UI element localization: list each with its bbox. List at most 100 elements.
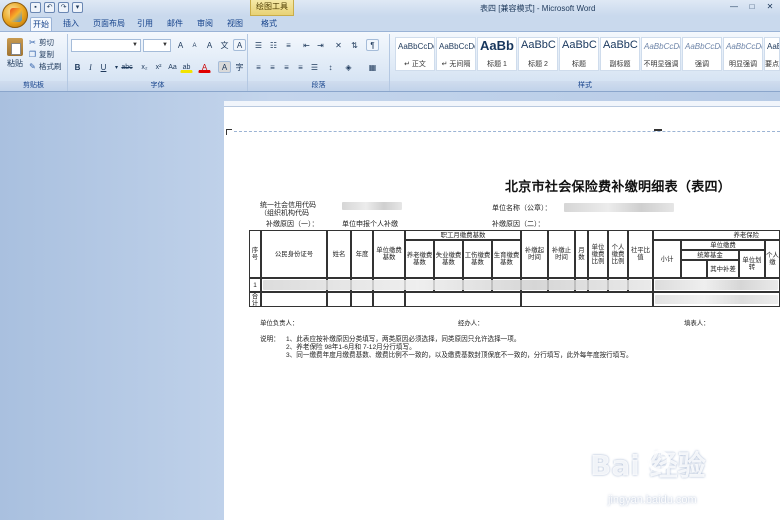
numbering-icon[interactable]: ☷	[267, 39, 280, 51]
header-unit-rate: 单位缴费比例	[588, 230, 608, 278]
header-name: 姓名	[327, 230, 351, 278]
phonetic-guide-button[interactable]: 文	[218, 39, 231, 51]
style-subtitle[interactable]: AaBbC 副标题	[600, 37, 640, 71]
style-intense-emphasis[interactable]: AaBbCcDd 明显强调	[723, 37, 763, 71]
total-label: 合计	[249, 292, 261, 307]
office-button[interactable]	[2, 2, 28, 28]
bold-button[interactable]: B	[71, 61, 84, 73]
redacted-credit-code	[342, 202, 402, 210]
clear-format-button[interactable]: A	[203, 39, 216, 51]
unit-name-label: 单位名称（公章）：	[492, 205, 552, 212]
decrease-indent-icon[interactable]: ⇤	[300, 39, 313, 51]
qat-customize-icon[interactable]: ▾	[72, 2, 83, 13]
italic-button[interactable]: I	[84, 61, 97, 73]
style-subtle-emphasis[interactable]: AaBbCcDd 不明显强调	[641, 37, 681, 71]
header-injury-base: 工伤缴费基数	[463, 240, 492, 278]
total-cell	[351, 292, 373, 307]
reason2-label: 补缴原因（二）：	[492, 221, 545, 228]
style-emphasis[interactable]: AaBbCcDd 强调	[682, 37, 722, 71]
tab-page-layout[interactable]: 页面布局	[90, 17, 128, 31]
style-normal[interactable]: AaBbCcDd ↵ 正文	[395, 37, 435, 71]
chinese-layout-icon[interactable]: ✕	[332, 39, 345, 51]
contribution-table: 序号 公民身份证号 姓名 年度 单位缴费基数 职工月缴费基数 养老缴费基数 失业…	[249, 230, 780, 307]
minimize-button[interactable]: —	[726, 1, 742, 13]
header-of-which-diff: 其中补差	[707, 260, 739, 278]
highlight-button[interactable]: ab	[180, 61, 193, 73]
drawing-tools-context-tab[interactable]: 绘图工具	[250, 0, 294, 16]
font-color-button[interactable]: A	[198, 61, 211, 73]
align-center-icon[interactable]: ≡	[266, 61, 279, 73]
header-unit-base: 单位缴费基数	[373, 230, 405, 278]
borders-icon[interactable]: ▦	[366, 61, 379, 73]
paste-button[interactable]: 粘贴	[4, 36, 26, 74]
style-title[interactable]: AaBbC 标题	[559, 37, 599, 71]
show-marks-icon[interactable]: ¶	[366, 39, 379, 51]
subscript-button[interactable]: x₂	[138, 61, 151, 73]
total-cell	[327, 292, 351, 307]
baidu-jingyan-watermark: Bai 经验 jingyan.baidu.com	[590, 444, 780, 516]
tab-view[interactable]: 视图	[224, 17, 246, 31]
window-title: 表四 [兼容模式] - Microsoft Word	[480, 4, 596, 13]
font-name-combo[interactable]: ▼	[71, 39, 141, 52]
tab-review[interactable]: 审阅	[194, 17, 216, 31]
sign-unit-head: 单位负责人：	[260, 320, 299, 327]
close-button[interactable]: ✕	[762, 1, 778, 13]
style-heading-2[interactable]: AaBbC 标题 2	[518, 37, 558, 71]
header-personal-rate: 个人缴费比例	[608, 230, 628, 278]
total-cell	[521, 292, 653, 307]
header-start-time: 补缴起时间	[521, 230, 548, 278]
undo-icon[interactable]: ↶	[44, 2, 55, 13]
tab-references[interactable]: 引用	[134, 17, 156, 31]
bullets-icon[interactable]: ☰	[252, 39, 265, 51]
justify-icon[interactable]: ≡	[294, 61, 307, 73]
header-pension-group: 养老保险	[653, 230, 780, 240]
tab-mailings[interactable]: 邮件	[164, 17, 186, 31]
style-no-spacing[interactable]: AaBbCcDd ↵ 无间隔	[436, 37, 476, 71]
format-painter-button[interactable]: ✎ 格式刷	[28, 61, 62, 72]
char-border-button[interactable]: A	[233, 39, 246, 51]
enclose-chars-button[interactable]: 字	[233, 61, 246, 73]
cut-button[interactable]: ✂ 剪切	[28, 37, 54, 48]
tab-insert[interactable]: 插入	[60, 17, 82, 31]
row1-seq: 1	[249, 278, 261, 292]
header-id: 公民身份证号	[261, 230, 327, 278]
superscript-button[interactable]: x²	[152, 61, 165, 73]
save-icon[interactable]: ▪	[30, 2, 41, 13]
sort-icon[interactable]: ⇅	[348, 39, 361, 51]
style-preview: AaBbC	[521, 39, 556, 51]
style-strong[interactable]: AaBbCcDd 要点	[764, 37, 780, 71]
redo-icon[interactable]: ↷	[58, 2, 69, 13]
clipboard-group-label: 剪贴板	[0, 81, 67, 91]
paragraph-group: ☰ ☷ ≡ ⇤ ⇥ ✕ ⇅ ¶ ≡ ≡ ≡ ≡ ☰ ↕ ◈ ▦ 段落	[248, 34, 390, 91]
note-3: 3、同一缴费年度月缴费基数、缴费比例不一致的，以及缴费基数封顶保底不一致的，分行…	[286, 352, 633, 359]
increase-indent-icon[interactable]: ⇥	[314, 39, 327, 51]
format-painter-label: 格式刷	[39, 62, 62, 71]
redacted-unit-name	[564, 203, 674, 212]
maximize-button[interactable]: □	[744, 1, 760, 13]
tab-format[interactable]: 格式	[258, 17, 280, 31]
tab-home[interactable]: 开始	[30, 17, 52, 31]
char-shading-button[interactable]: A	[218, 61, 231, 73]
align-right-icon[interactable]: ≡	[280, 61, 293, 73]
header-unit-payment: 单位缴费	[681, 240, 765, 250]
line-spacing-icon[interactable]: ↕	[324, 61, 337, 73]
align-left-icon[interactable]: ≡	[252, 61, 265, 73]
grow-font-button[interactable]: A	[174, 39, 187, 51]
shrink-font-button[interactable]: A	[188, 39, 201, 51]
style-preview: AaBbCcDd	[398, 42, 435, 51]
multilevel-list-icon[interactable]: ≡	[282, 39, 295, 51]
header-unit-transfer: 单位划转	[739, 250, 765, 278]
header-personal-pay: 个人缴	[765, 240, 780, 278]
font-size-combo[interactable]: ▼	[143, 39, 171, 52]
distributed-icon[interactable]: ☰	[308, 61, 321, 73]
shading-icon[interactable]: ◈	[342, 61, 355, 73]
copy-button[interactable]: ❐ 复制	[28, 49, 54, 60]
underline-button[interactable]: U	[97, 61, 110, 73]
change-case-button[interactable]: Aa	[166, 61, 179, 73]
font-group: ▼ ▼ A A A 文 A B I U ▾ abc x₂ x² Aa ab A …	[68, 34, 248, 91]
strikethrough-button[interactable]: abc	[118, 61, 136, 73]
style-heading-1[interactable]: AaBb 标题 1	[477, 37, 517, 71]
ribbon: 粘贴 ✂ 剪切 ❐ 复制 ✎ 格式刷 剪贴板 ▼ ▼ A A A 文 A B I U …	[0, 31, 780, 92]
style-name: 标题	[572, 61, 586, 68]
watermark-url: jingyan.baidu.com	[608, 494, 697, 506]
